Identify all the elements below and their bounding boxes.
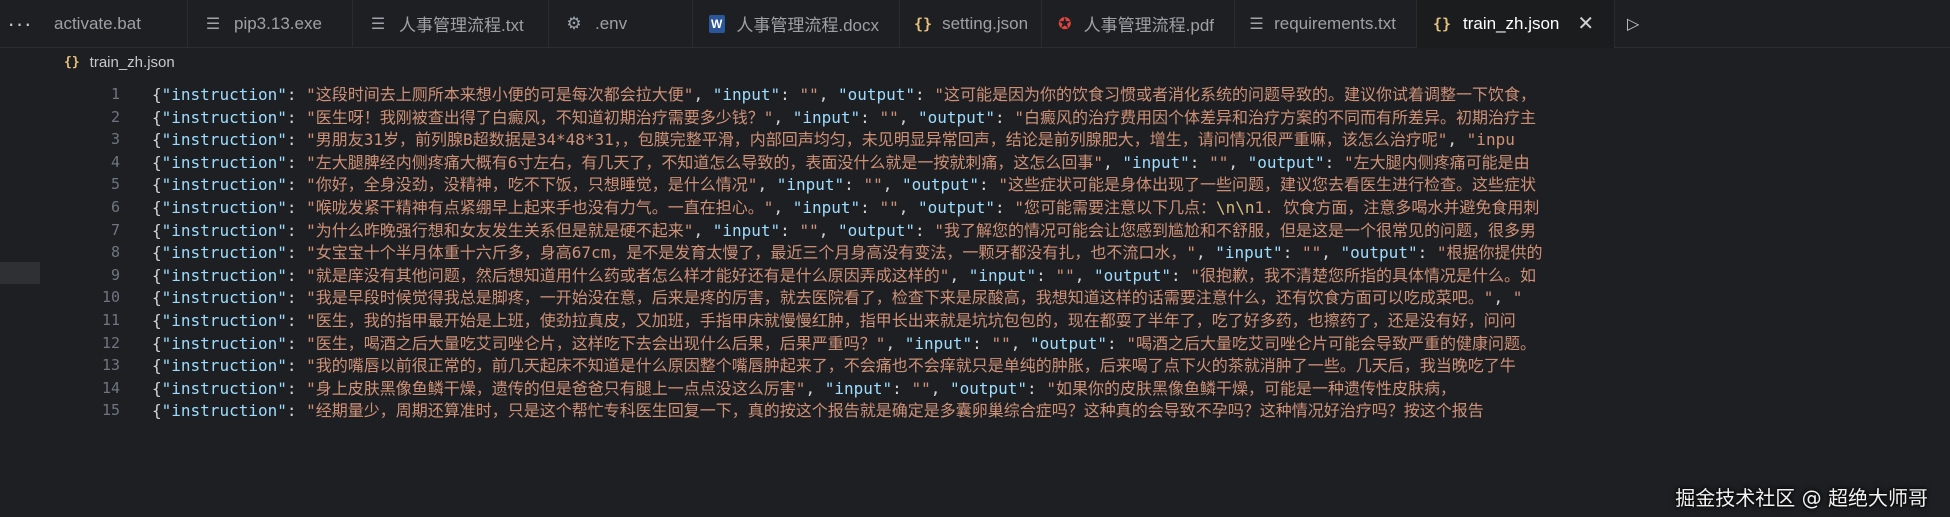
tab-label: train_zh.json	[1463, 13, 1560, 33]
code-line[interactable]: 6 {"instruction": "喉咙发紧干精神有点紧绷早上起来手也没有力气。…	[0, 196, 1950, 219]
tab-label: pip3.13.exe	[234, 13, 322, 33]
close-tab-icon[interactable]: ✕	[1577, 11, 1594, 36]
watermark: 掘金技术社区 @ 超绝大师哥	[1675, 486, 1928, 510]
line-number: 15	[101, 401, 120, 420]
tab-activate-bat[interactable]: activate.bat	[40, 0, 188, 47]
tab-env[interactable]: ⚙ .env	[549, 0, 693, 47]
code-text: {"instruction": "为什么昨晚强行想和女友发生关系但是就是硬不起来…	[152, 220, 1536, 240]
line-number: 2	[110, 107, 120, 126]
code-line[interactable]: 9 {"instruction": "就是庠没有其他问题，然后想知道用什么药或者怎…	[0, 264, 1950, 287]
code-line[interactable]: 13 {"instruction": "我的嘴唇以前很正常的，前几天起床不知道是什…	[0, 354, 1950, 377]
tab-pip3-13-exe[interactable]: ☰ pip3.13.exe	[188, 0, 353, 47]
code-text: {"instruction": "女宝宝十个半月体重十六斤多，身高67cm，是不…	[152, 243, 1543, 263]
code-line[interactable]: 15 {"instruction": "经期量少，周期还算准时，只是这个帮忙专科医…	[0, 399, 1950, 422]
code-line[interactable]: 4 {"instruction": "左大腿脾经内侧疼痛大概有6寸左右，有几天了，…	[0, 151, 1950, 174]
tab-requirements-txt[interactable]: ☰ requirements.txt	[1235, 0, 1417, 47]
tab-label: .env	[595, 13, 628, 33]
code-text: {"instruction": "就是庠没有其他问题，然后想知道用什么药或者怎么…	[152, 265, 1536, 285]
code-line[interactable]: 10 {"instruction": "我是早段时候觉得我总是脚疼，一开始没在意，…	[0, 286, 1950, 309]
lines-icon: ☰	[1249, 14, 1264, 33]
line-number: 7	[110, 220, 120, 239]
tab-label: setting.json	[942, 13, 1029, 33]
braces-icon: {}	[1432, 14, 1452, 33]
code-line[interactable]: 12 {"instruction": "医生，喝酒之后大量吃艾司唑仑片，这样吃下去…	[0, 332, 1950, 355]
code-text: {"instruction": "经期量少，周期还算准时，只是这个帮忙专科医生回…	[152, 401, 1484, 421]
more-actions-icon[interactable]: ···	[0, 0, 40, 47]
code-text: {"instruction": "这段时间去上厕所本来想小便的可是每次都会拉大便…	[152, 85, 1536, 104]
code-text: {"instruction": "医生呀！我刚被查出得了白癜风，不知道初期治疗需…	[152, 107, 1536, 127]
tab-label: 人事管理流程.txt	[399, 16, 524, 35]
line-number: 13	[101, 356, 120, 375]
line-number: 11	[101, 311, 120, 329]
tab-人事管理流程-docx[interactable]: W 人事管理流程.docx	[693, 0, 900, 47]
line-number: 6	[110, 198, 120, 216]
tab-label: 人事管理流程.pdf	[1083, 16, 1214, 35]
line-number: 4	[110, 152, 120, 171]
line-number: 3	[110, 130, 120, 149]
tab-train-zh-json[interactable]: {} train_zh.json ✕	[1417, 0, 1616, 48]
code-line[interactable]: 14 {"instruction": "身上皮肤黑像鱼鳞干燥，遗传的但是爸爸只有腿…	[0, 377, 1950, 400]
line-number: 9	[110, 265, 120, 284]
editor-tab-bar: ··· activate.bat ☰ pip3.13.exe ☰ 人事管理流程.txt ⚙…	[0, 0, 1950, 48]
code-text: {"instruction": "身上皮肤黑像鱼鳞干燥，遗传的但是爸爸只有腿上一…	[152, 378, 1456, 398]
line-number: 5	[110, 175, 120, 194]
line-number: 1	[110, 85, 120, 103]
code-text: {"instruction": "医生，喝酒之后大量吃艾司唑仑片，这样吃下去会出…	[152, 333, 1536, 353]
breadcrumb: {} train_zh.json	[0, 47, 1950, 77]
tab-label: requirements.txt	[1274, 13, 1396, 33]
code-text: {"instruction": "我的嘴唇以前很正常的，前几天起床不知道是什么原…	[152, 356, 1516, 376]
lines-icon: ☰	[205, 14, 221, 33]
line-number: 8	[110, 243, 120, 262]
code-line[interactable]: 1 {"instruction": "这段时间去上厕所本来想小便的可是每次都会拉大…	[0, 83, 1950, 106]
code-line[interactable]: 8 {"instruction": "女宝宝十个半月体重十六斤多，身高67cm，是…	[0, 241, 1950, 264]
breadcrumb-file[interactable]: train_zh.json	[90, 54, 175, 71]
code-line[interactable]: 3 {"instruction": "男朋友31岁，前列腺B超数据是34*48*3…	[0, 128, 1950, 151]
code-text: {"instruction": "我是早段时候觉得我总是脚疼，一开始没在意，后来…	[152, 288, 1523, 308]
code-text: {"instruction": "左大腿脾经内侧疼痛大概有6寸左右，有几天了，不…	[152, 152, 1530, 172]
code-line[interactable]: 2 {"instruction": "医生呀！我刚被查出得了白癜风，不知道初期治疗…	[0, 106, 1950, 129]
tab-人事管理流程-txt[interactable]: ☰ 人事管理流程.txt	[353, 0, 549, 47]
tab-label: activate.bat	[54, 13, 141, 33]
tab-label: 人事管理流程.docx	[736, 16, 879, 35]
line-number: 14	[101, 378, 120, 397]
word-icon: W	[707, 14, 726, 33]
scroll-tabs-right-icon[interactable]: ▷	[1615, 0, 1651, 47]
line-number: 10	[101, 288, 120, 307]
braces-icon: {}	[914, 14, 933, 33]
gear-icon: ⚙	[566, 13, 582, 33]
pdf-icon: ✪	[1058, 15, 1072, 33]
code-line[interactable]: 7 {"instruction": "为什么昨晚强行想和女友发生关系但是就是硬不起…	[0, 219, 1950, 242]
code-line[interactable]: 5 {"instruction": "你好，全身没劲，没精神，吃不下饭，只想睡觉，…	[0, 173, 1950, 196]
tab-人事管理流程-pdf[interactable]: ✪ 人事管理流程.pdf	[1042, 0, 1235, 47]
json-braces-icon: {}	[64, 54, 80, 70]
code-text: {"instruction": "男朋友31岁，前列腺B超数据是34*48*31…	[152, 130, 1515, 150]
lines-icon: ☰	[370, 14, 386, 33]
code-text: {"instruction": "喉咙发紧干精神有点紧绷早上起来手也没有力气。一…	[152, 198, 1540, 217]
code-text: {"instruction": "医生，我的指甲最开始是上班，使劲拉真皮，又加班…	[152, 311, 1516, 330]
code-text: {"instruction": "你好，全身没劲，没精神，吃不下饭，只想睡觉，是…	[152, 175, 1536, 195]
code-editor[interactable]: 1 {"instruction": "这段时间去上厕所本来想小便的可是每次都会拉大…	[0, 77, 1950, 517]
line-number: 12	[101, 333, 120, 352]
code-line[interactable]: 11 {"instruction": "医生，我的指甲最开始是上班，使劲拉真皮，又…	[0, 309, 1950, 332]
tab-setting-json[interactable]: {} setting.json	[900, 0, 1042, 47]
